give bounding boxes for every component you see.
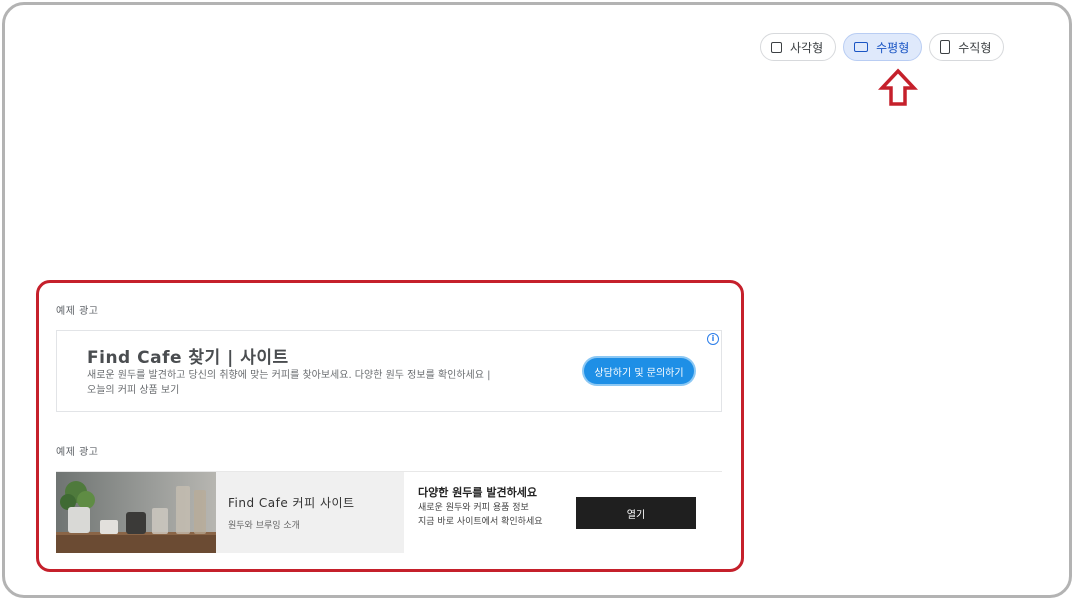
- ad-product-image: [56, 472, 216, 553]
- ad-description-line-1: 새로운 원두를 발견하고 당신의 취향에 맞는 커피를 찾아보세요. 다양한 원…: [87, 370, 491, 381]
- ad-headline-panel: Find Cafe 커피 사이트 원두와 브루잉 소개: [216, 472, 404, 553]
- ad-info-icon[interactable]: i: [707, 333, 719, 345]
- ad-title: Find Cafe 찾기 | 사이트: [87, 348, 289, 368]
- ad-subtitle: 원두와 브루잉 소개: [228, 521, 300, 531]
- vertical-rect-icon: [940, 40, 951, 54]
- ad-preview-label: 예제 광고: [56, 306, 99, 317]
- ad-open-button[interactable]: 열기: [576, 497, 696, 529]
- ad-cta-button[interactable]: 상담하기 및 문의하기: [584, 358, 694, 384]
- ad-description-line-2: 오늘의 커피 상품 보기: [87, 385, 180, 396]
- ad-description: 새로운 원두를 발견하고 당신의 취향에 맞는 커피를 찾아보세요. 다양한 원…: [87, 368, 557, 398]
- horizontal-image-ad-preview[interactable]: Find Cafe 커피 사이트 원두와 브루잉 소개 다양한 원두를 발견하세…: [56, 471, 722, 553]
- format-option-label: 수직형: [958, 40, 992, 55]
- format-option-vertical[interactable]: 수직형: [929, 33, 1005, 61]
- ad-details-text: 지금 바로 사이트에서 확인하세요: [418, 517, 543, 527]
- format-option-horizontal[interactable]: 수평형: [843, 33, 923, 61]
- ad-headline: Find Cafe 커피 사이트: [228, 496, 355, 510]
- ad-preview-label: 예제 광고: [56, 447, 99, 458]
- square-icon: [771, 41, 782, 53]
- horizontal-rect-icon: [854, 42, 869, 52]
- up-arrow-annotation-icon: [878, 68, 918, 106]
- ad-details-heading: 다양한 원두를 발견하세요: [418, 486, 537, 499]
- format-option-label: 수평형: [876, 40, 910, 55]
- ad-details: 다양한 원두를 발견하세요 새로운 원두와 커피 용품 정보 지금 바로 사이트…: [418, 486, 578, 528]
- ad-format-toggle-group: 사각형 수평형 수직형: [760, 33, 1005, 61]
- ad-details-text: 새로운 원두와 커피 용품 정보: [418, 503, 529, 513]
- format-option-label: 사각형: [790, 40, 824, 55]
- horizontal-text-ad-preview[interactable]: Find Cafe 찾기 | 사이트 새로운 원두를 발견하고 당신의 취향에 …: [56, 330, 722, 412]
- format-option-square[interactable]: 사각형: [760, 33, 837, 61]
